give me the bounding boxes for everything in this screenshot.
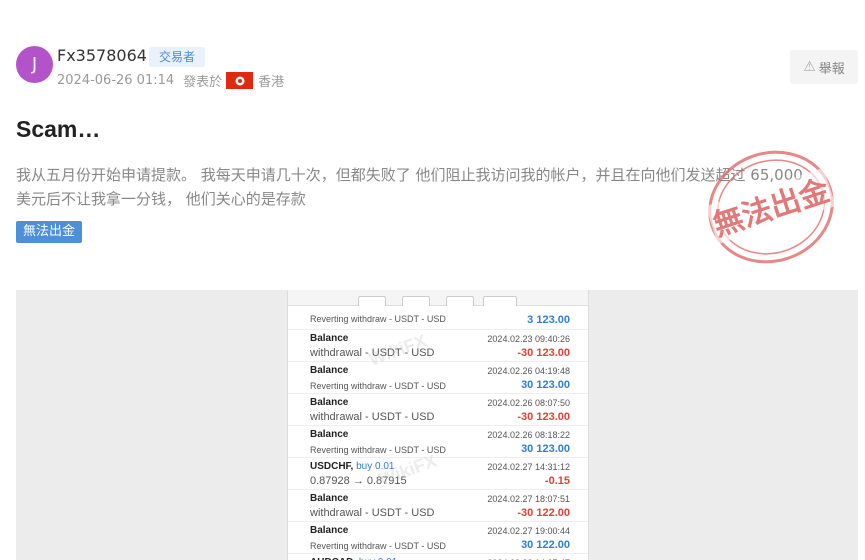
- transaction-row: Balance Reverting withdraw - USDT - USD 20…: [288, 426, 588, 458]
- report-label: 舉報: [818, 61, 845, 77]
- transaction-date: 2024.02.26 08:18:22: [487, 430, 570, 440]
- transaction-amount: -0.15: [544, 475, 570, 487]
- transaction-row: Balance Reverting withdraw - USDT - USD 20…: [288, 522, 588, 554]
- phone-tabs: [288, 290, 588, 306]
- post-date: 2024-06-26 01:14: [57, 73, 175, 88]
- transaction-row: Reverting withdraw - USDT - USD 3 123.00: [288, 312, 588, 330]
- transaction-amount: -30 123.00: [517, 411, 570, 423]
- transaction-row: Balance Reverting withdraw - USDT - USD 20…: [288, 362, 588, 394]
- phone-screenshot: Reverting withdraw - USDT - USD 3 123.00 B…: [287, 290, 589, 560]
- transaction-type: Balance: [310, 333, 349, 344]
- transaction-row: USDCHF, buy 0.01 0.87928 → 0.87915 2024.02…: [288, 458, 588, 490]
- transaction-description: withdrawal - USDT - USD: [310, 507, 435, 519]
- report-button[interactable]: ⚠ 舉報: [790, 50, 858, 84]
- role-badge: 交易者: [149, 47, 206, 67]
- transaction-description: Reverting withdraw - USDT - USD: [310, 314, 446, 324]
- posted-label: 發表於: [183, 75, 223, 90]
- transaction-row: Balance withdrawal - USDT - USD 2024.02.27…: [288, 490, 588, 522]
- transaction-date: 2024.02.26 04:19:48: [487, 366, 570, 376]
- transaction-amount: 30 123.00: [521, 443, 570, 455]
- avatar[interactable]: J: [16, 46, 53, 83]
- transaction-date: 2024.02.27 14:31:12: [487, 462, 570, 472]
- transaction-amount: 30 122.00: [521, 539, 570, 551]
- transaction-type: Balance: [310, 525, 349, 536]
- transaction-row: Balance withdrawal - USDT - USD 2024.02.23…: [288, 330, 588, 362]
- transaction-list: Reverting withdraw - USDT - USD 3 123.00 B…: [288, 312, 588, 560]
- transaction-amount: -30 122.00: [517, 507, 570, 519]
- transaction-row: Balance withdrawal - USDT - USD 2024.02.26…: [288, 394, 588, 426]
- warning-icon: ⚠: [803, 59, 816, 75]
- hong-kong-flag-icon: [226, 72, 254, 89]
- transaction-amount: -30 123.00: [517, 347, 570, 359]
- transaction-type: Balance: [310, 397, 349, 408]
- transaction-date: 2024.02.23 09:40:26: [487, 334, 570, 344]
- transaction-date: 2024.02.26 08:07:50: [487, 398, 570, 408]
- transaction-amount: 3 123.00: [527, 314, 570, 326]
- transaction-amount: 30 123.00: [521, 379, 570, 391]
- transaction-description: Reverting withdraw - USDT - USD: [310, 541, 446, 551]
- transaction-description: withdrawal - USDT - USD: [310, 411, 435, 423]
- transaction-date: 2024.02.27 19:00:44: [487, 526, 570, 536]
- transaction-type: Balance: [310, 429, 349, 440]
- attached-screenshot[interactable]: Reverting withdraw - USDT - USD 3 123.00 B…: [16, 290, 858, 560]
- post-tag[interactable]: 無法出金: [16, 221, 83, 243]
- stamp-seal-icon: 無法出金: [705, 150, 836, 264]
- post-meta: 2024-06-26 01:14 發表於 香港: [57, 71, 284, 90]
- region-label: 香港: [258, 75, 285, 90]
- transaction-date: 2024.02.27 18:07:51: [487, 494, 570, 504]
- transaction-type: Balance: [310, 365, 349, 376]
- username[interactable]: Fx3578064: [57, 46, 147, 65]
- transaction-description: Reverting withdraw - USDT - USD: [310, 381, 446, 391]
- post-title: Scam…: [16, 116, 101, 142]
- transaction-type: Balance: [310, 493, 349, 504]
- transaction-row: AUDCAD, buy 0.012024.02.28 14:27:47: [288, 554, 588, 560]
